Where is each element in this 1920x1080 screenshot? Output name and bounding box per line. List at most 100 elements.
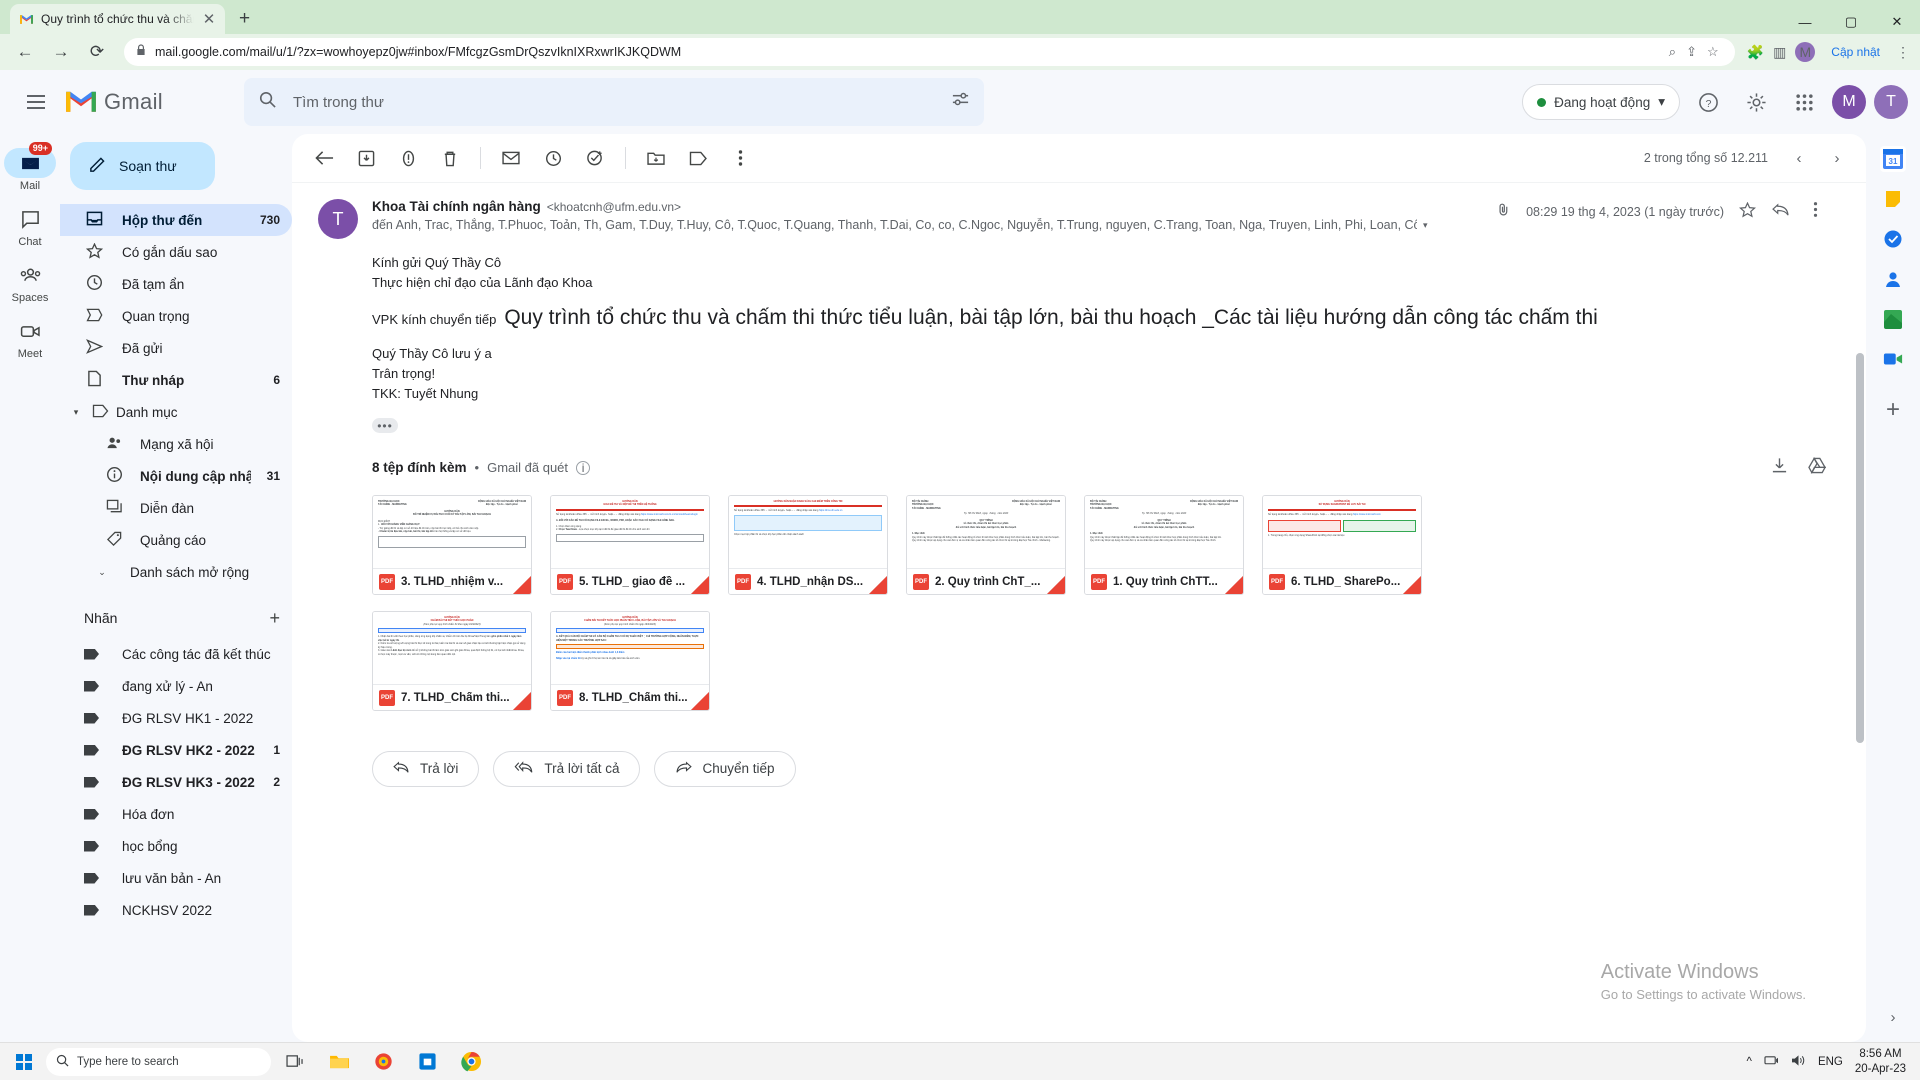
apps-grid-icon[interactable]	[1784, 82, 1824, 122]
store-icon[interactable]	[407, 1045, 447, 1079]
browser-tab[interactable]: Quy trình tổ chức thu và chăm th ✕	[10, 4, 225, 34]
search-bar[interactable]	[244, 78, 984, 126]
search-input[interactable]	[293, 93, 935, 111]
status-chip[interactable]: Đang hoạt động ▾	[1522, 84, 1680, 120]
label-item-6[interactable]: học bổng	[60, 830, 292, 862]
bookmark-star-icon[interactable]: ☆	[1707, 44, 1719, 60]
sidebar-item-starred[interactable]: Có gắn dấu sao	[60, 236, 292, 268]
prev-page-icon[interactable]: ‹	[1782, 141, 1816, 175]
browser-profile-avatar[interactable]: M	[1795, 42, 1816, 62]
task-view-icon[interactable]	[275, 1045, 315, 1079]
expand-side-panel-icon[interactable]: ›	[1891, 1009, 1896, 1026]
add-side-app-icon[interactable]: +	[1886, 396, 1900, 424]
gmail-logo[interactable]: Gmail	[64, 89, 224, 115]
download-icon[interactable]	[1771, 457, 1788, 479]
rail-item-spaces[interactable]: Spaces	[2, 256, 58, 308]
label-item-2[interactable]: ĐG RLSV HK1 - 2022	[60, 702, 292, 734]
tasks-icon[interactable]	[1880, 226, 1906, 252]
workspace-avatar[interactable]: M	[1832, 85, 1866, 119]
sidebar-item-updates[interactable]: Nội dung cập nhật 31	[60, 460, 292, 492]
zoom-icon[interactable]: ⌕	[1669, 44, 1676, 60]
forward-button-icon[interactable]: →	[46, 37, 76, 67]
message-scrollbar[interactable]	[1856, 353, 1864, 743]
next-page-icon[interactable]: ›	[1820, 141, 1854, 175]
compose-button[interactable]: Soạn thư	[70, 142, 215, 190]
expand-quoted-text-button[interactable]: •••	[372, 418, 398, 434]
network-icon[interactable]	[1764, 1054, 1779, 1070]
new-tab-button[interactable]: +	[239, 8, 250, 30]
tray-chevron-icon[interactable]: ^	[1747, 1056, 1752, 1068]
sidebar-item-expand-list[interactable]: ⌄ Danh sách mở rộng	[60, 556, 292, 588]
attachment-card[interactable]: BỘ TÀI CHÍNH TRƯỜNG ĐẠI HỌC TÀI CHÍNH - MA…	[906, 494, 1066, 595]
sidebar-item-inbox[interactable]: Hộp thư đến 730	[60, 204, 292, 236]
info-circle-icon[interactable]: i	[576, 460, 591, 475]
sidebar-item-social[interactable]: Mạng xã hội	[60, 428, 292, 460]
report-spam-icon[interactable]	[388, 138, 428, 178]
attachment-card[interactable]: BỘ TÀI CHÍNH TRƯỜNG ĐẠI HỌC TÀI CHÍNH - MA…	[1084, 494, 1244, 595]
contacts-icon[interactable]	[1880, 266, 1906, 292]
attachment-card[interactable]: HƯỚNG DẪN GIAO ĐỀ THI VÀ NỘP ĐỀ THI TRÊN …	[550, 494, 710, 595]
star-outline-icon[interactable]	[1736, 201, 1758, 222]
share-icon[interactable]: ⇪	[1686, 44, 1697, 60]
search-options-icon[interactable]	[951, 90, 970, 114]
save-to-drive-icon[interactable]	[1808, 456, 1827, 479]
settings-gear-icon[interactable]	[1736, 82, 1776, 122]
sidebar-item-snoozed[interactable]: Đã tạm ẩn	[60, 268, 292, 300]
tab-close-icon[interactable]: ✕	[201, 10, 217, 28]
more-options-icon[interactable]	[720, 138, 760, 178]
sidepanel-icon[interactable]: ▥	[1773, 44, 1786, 61]
reply-all-button[interactable]: Trả lời tất cả	[493, 750, 641, 787]
help-icon[interactable]: ?	[1688, 82, 1728, 122]
delete-trash-icon[interactable]	[430, 138, 470, 178]
labels-tag-icon[interactable]	[678, 138, 718, 178]
sound-icon[interactable]	[1791, 1054, 1806, 1070]
window-close-button[interactable]: ✕	[1874, 14, 1920, 30]
file-explorer-icon[interactable]	[319, 1045, 359, 1079]
sidebar-item-drafts[interactable]: Thư nháp 6	[60, 364, 292, 396]
attachment-card[interactable]: TRƯỜNG ĐẠI HỌC TÀI CHÍNH - MARKETING CỘNG …	[372, 494, 532, 595]
paint-icon[interactable]	[363, 1045, 403, 1079]
label-item-7[interactable]: lưu văn bản - An	[60, 862, 292, 894]
sidebar-item-categories[interactable]: ▾ Danh mục	[60, 396, 292, 428]
attachment-card[interactable]: HƯỚNG DẪN CHẤM BÀI THI KẾT THÚC HỌC PHẦN …	[550, 610, 710, 711]
label-item-8[interactable]: NCKHSV 2022	[60, 894, 292, 926]
windows-start-icon[interactable]	[6, 1045, 42, 1079]
chevron-down-icon[interactable]: ▾	[68, 407, 84, 418]
add-to-tasks-icon[interactable]	[575, 138, 615, 178]
plus-icon[interactable]: +	[269, 608, 280, 629]
sidebar-item-sent[interactable]: Đã gửi	[60, 332, 292, 364]
address-bar[interactable]: mail.google.com/mail/u/1/?zx=wowhoyepz0j…	[124, 38, 1735, 66]
chevron-down-expand-icon[interactable]: ⌄	[94, 567, 110, 578]
label-item-5[interactable]: Hóa đơn	[60, 798, 292, 830]
reply-button[interactable]: Trả lời	[372, 750, 480, 787]
chevron-down-icon[interactable]: ▾	[1423, 220, 1428, 231]
more-vertical-icon[interactable]	[1804, 201, 1826, 222]
window-maximize-button[interactable]: ▢	[1828, 14, 1874, 30]
sidebar-item-important[interactable]: Quan trọng	[60, 300, 292, 332]
chrome-icon[interactable]	[451, 1045, 491, 1079]
attachment-card[interactable]: HƯỚNG DẪN NHẬN DANH SÁCH GHI ĐIỂM TRÊN C…	[728, 494, 888, 595]
attachment-card[interactable]: HƯỚNG DẪN CHẤM BÀI THI KẾT THÚC HỌC PHẦN …	[372, 610, 532, 711]
back-arrow-icon[interactable]	[304, 138, 344, 178]
rail-item-mail[interactable]: 99+ Mail	[2, 142, 58, 196]
rail-item-chat[interactable]: Chat	[2, 200, 58, 252]
label-item-4[interactable]: ĐG RLSV HK3 - 2022 2	[60, 766, 292, 798]
mark-unread-envelope-icon[interactable]	[491, 138, 531, 178]
rail-item-meet[interactable]: Meet	[2, 312, 58, 364]
calendar-31-icon[interactable]: 31	[1880, 146, 1906, 172]
sidebar-item-forums[interactable]: Diễn đàn	[60, 492, 292, 524]
label-item-3[interactable]: ĐG RLSV HK2 - 2022 1	[60, 734, 292, 766]
reload-button-icon[interactable]: ⟳	[82, 37, 112, 67]
maps-icon[interactable]	[1880, 306, 1906, 332]
archive-icon[interactable]	[346, 138, 386, 178]
recipients-row[interactable]: đến Anh, Trac, Thắng, T.Phuoc, Toản, Th,…	[372, 218, 1478, 232]
meet-video-icon[interactable]	[1880, 346, 1906, 372]
puzzle-extension-icon[interactable]: 🧩	[1747, 44, 1764, 61]
move-to-folder-icon[interactable]	[636, 138, 676, 178]
sidebar-item-promotions[interactable]: Quảng cáo	[60, 524, 292, 556]
label-item-1[interactable]: đang xử lý - An	[60, 670, 292, 702]
attachment-card[interactable]: HƯỚNG DẪN SỬ DỤNG SHAREPOINT ĐỂ LƯU BÀI T…	[1262, 494, 1422, 595]
window-minimize-button[interactable]: —	[1782, 15, 1828, 30]
language-indicator[interactable]: ENG	[1818, 1056, 1843, 1068]
back-button-icon[interactable]: ←	[10, 37, 40, 67]
